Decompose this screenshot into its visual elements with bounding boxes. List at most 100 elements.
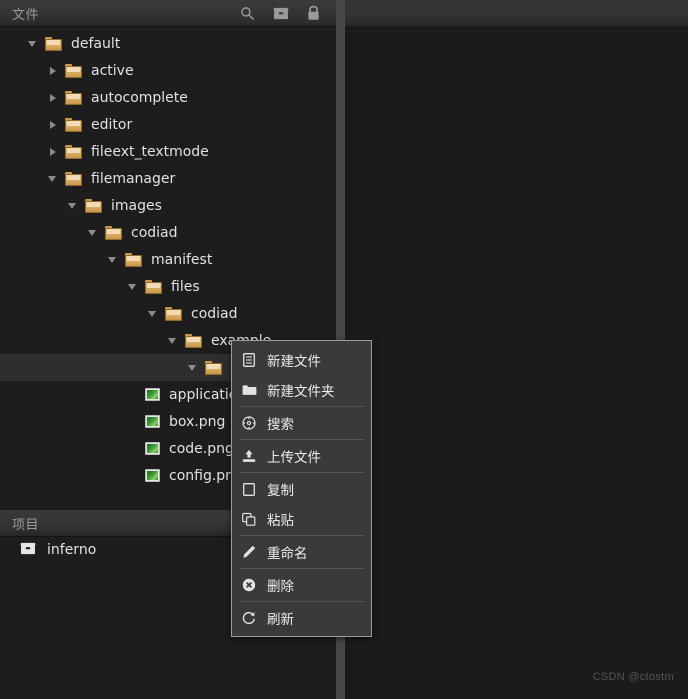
tree-item-label: images — [111, 197, 162, 214]
chevron-right-icon[interactable] — [48, 145, 61, 158]
tree-item-label: files — [171, 278, 200, 295]
menu-item-refresh[interactable]: 刷新 — [232, 603, 371, 633]
chevron-down-icon[interactable] — [128, 280, 141, 293]
menu-separator — [239, 535, 364, 536]
tree-item-label: box.png — [169, 413, 226, 430]
chevron-down-icon[interactable] — [108, 253, 121, 266]
chevron-down-icon[interactable] — [28, 37, 41, 50]
menu-item-label: 粘贴 — [267, 513, 294, 529]
tree-item-label: codiad — [191, 305, 238, 322]
tree-folder-item[interactable]: autocomplete — [0, 84, 336, 111]
tree-item-label: active — [91, 62, 134, 79]
tree-item-label: autocomplete — [91, 89, 188, 106]
image-file-icon — [145, 469, 160, 482]
lock-icon[interactable] — [307, 5, 320, 21]
chevron-down-icon[interactable] — [68, 199, 81, 212]
folder-icon — [65, 63, 82, 78]
tree-item-label: codiad — [131, 224, 178, 241]
tree-item-label: code.png — [169, 440, 234, 457]
briefcase-icon — [20, 542, 36, 559]
archive-box-icon[interactable] — [273, 7, 289, 20]
tree-folder-item[interactable]: filemanager — [0, 165, 336, 192]
menu-item-new-folder[interactable]: 新建文件夹 — [232, 375, 371, 405]
tree-item-label: default — [71, 35, 121, 52]
menu-item-label: 删除 — [267, 579, 294, 595]
search-icon[interactable] — [240, 6, 255, 21]
chevron-down-icon[interactable] — [188, 361, 201, 374]
menu-item-new-file[interactable]: 新建文件 — [232, 345, 371, 375]
menu-item-copy[interactable]: 复制 — [232, 474, 371, 504]
folder-icon — [105, 225, 122, 240]
menu-separator — [239, 406, 364, 407]
files-panel-header: 文件 — [0, 0, 336, 27]
folder-icon — [125, 252, 142, 267]
menu-separator — [239, 568, 364, 569]
menu-item-upload[interactable]: 上传文件 — [232, 441, 371, 471]
chevron-right-icon[interactable] — [48, 64, 61, 77]
refresh-icon — [241, 610, 257, 626]
menu-item-label: 新建文件 — [267, 354, 321, 370]
new-folder-icon — [241, 382, 257, 398]
watermark-text: CSDN @ctostm — [592, 671, 674, 683]
menu-item-label: 重命名 — [267, 546, 308, 562]
chevron-down-icon[interactable] — [148, 307, 161, 320]
menu-item-label: 复制 — [267, 483, 294, 499]
menu-item-search[interactable]: 搜索 — [232, 408, 371, 438]
paste-icon — [241, 511, 257, 527]
menu-item-pencil[interactable]: 重命名 — [232, 537, 371, 567]
new-file-icon — [241, 352, 257, 368]
image-file-icon — [145, 388, 160, 401]
image-file-icon — [145, 415, 160, 428]
tree-item-label: fileext_textmode — [91, 143, 209, 160]
copy-icon — [241, 481, 257, 497]
image-file-icon — [145, 442, 160, 455]
folder-icon — [65, 117, 82, 132]
tree-folder-item[interactable]: images — [0, 192, 336, 219]
upload-icon — [241, 448, 257, 464]
tree-folder-item[interactable]: fileext_textmode — [0, 138, 336, 165]
menu-item-delete[interactable]: 删除 — [232, 570, 371, 600]
tree-item-label: manifest — [151, 251, 213, 268]
delete-icon — [241, 577, 257, 593]
codiad-ide-window: 文件 default active autocomplete editor fi… — [0, 0, 688, 699]
tree-folder-item[interactable]: codiad — [0, 300, 336, 327]
tree-folder-item[interactable]: manifest — [0, 246, 336, 273]
menu-item-label: 上传文件 — [267, 450, 321, 466]
chevron-right-icon[interactable] — [48, 118, 61, 131]
menu-separator — [239, 601, 364, 602]
chevron-right-icon[interactable] — [48, 91, 61, 104]
tree-folder-item[interactable]: active — [0, 57, 336, 84]
pencil-icon — [241, 544, 257, 560]
menu-item-paste[interactable]: 粘贴 — [232, 504, 371, 534]
menu-separator — [239, 439, 364, 440]
projects-panel-title: 项目 — [12, 517, 40, 533]
chevron-down-icon[interactable] — [48, 172, 61, 185]
menu-item-label: 新建文件夹 — [267, 384, 335, 400]
tree-folder-item[interactable]: default — [0, 30, 336, 57]
chevron-down-icon[interactable] — [88, 226, 101, 239]
tree-folder-item[interactable]: files — [0, 273, 336, 300]
folder-icon — [145, 279, 162, 294]
folder-icon — [65, 90, 82, 105]
files-panel-title: 文件 — [12, 7, 40, 23]
chevron-down-icon[interactable] — [168, 334, 181, 347]
folder-icon — [65, 144, 82, 159]
menu-separator — [239, 472, 364, 473]
editor-tab-bar[interactable] — [345, 0, 688, 28]
tree-folder-item[interactable]: codiad — [0, 219, 336, 246]
folder-icon — [65, 171, 82, 186]
project-label: inferno — [47, 542, 97, 558]
folder-icon — [205, 360, 222, 375]
file-context-menu[interactable]: 新建文件新建文件夹搜索上传文件复制粘贴重命名删除刷新 — [231, 340, 372, 637]
tree-item-label: filemanager — [91, 170, 176, 187]
folder-icon — [85, 198, 102, 213]
editor-area: CSDN @ctostm — [345, 0, 688, 699]
tree-folder-item[interactable]: editor — [0, 111, 336, 138]
files-panel-actions — [240, 5, 336, 21]
tree-item-label: editor — [91, 116, 133, 133]
editor-canvas[interactable] — [345, 29, 688, 699]
folder-icon — [165, 306, 182, 321]
